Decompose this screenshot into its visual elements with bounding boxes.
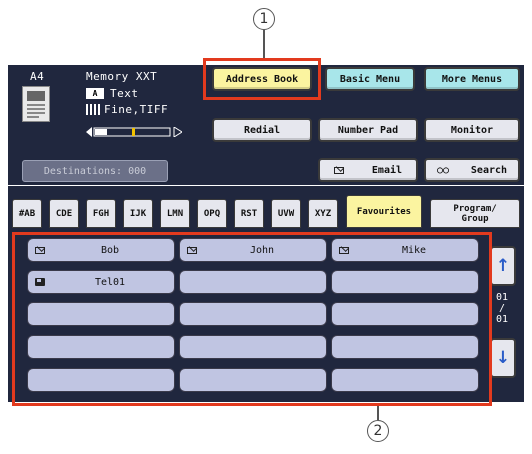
callout-1: 1	[253, 8, 275, 30]
number-pad-button[interactable]: Number Pad	[318, 118, 418, 142]
email-button-label: Email	[371, 164, 403, 176]
paper-size: A4	[30, 70, 45, 83]
text-mode-icon: A	[86, 88, 104, 99]
resolution-label: Fine,TIFF	[104, 103, 169, 116]
callout-1-line	[263, 30, 265, 58]
email-icon	[333, 166, 344, 174]
search-button[interactable]: ○○ Search	[424, 158, 520, 182]
tab-favourites[interactable]: Favourites	[346, 195, 422, 228]
memory-status: Memory XXT	[86, 70, 158, 83]
tab-rst[interactable]: RST	[234, 199, 264, 228]
email-button[interactable]: Email	[318, 158, 418, 182]
arrow-up-icon: ↑	[495, 256, 511, 276]
tab-program-group[interactable]: Program/ Group	[430, 199, 520, 228]
callout-2-line	[377, 406, 379, 420]
more-menus-button[interactable]: More Menus	[424, 67, 520, 91]
monitor-button[interactable]: Monitor	[424, 118, 520, 142]
callout-2: 2	[367, 420, 389, 442]
text-mode-label: Text	[110, 87, 139, 100]
contrast-slider[interactable]	[86, 122, 183, 138]
tab-uvw[interactable]: UVW	[271, 199, 301, 228]
tab-fgh[interactable]: FGH	[86, 199, 116, 228]
tab-ab[interactable]: #AB	[12, 199, 42, 228]
basic-menu-button[interactable]: Basic Menu	[325, 67, 415, 91]
redial-button[interactable]: Redial	[212, 118, 312, 142]
resolution-icon	[86, 104, 100, 115]
search-icon: ○○	[436, 164, 449, 176]
tab-ijk[interactable]: IJK	[123, 199, 153, 228]
arrow-down-icon: ↓	[495, 348, 511, 368]
highlight-frame-2	[12, 232, 492, 406]
destinations-button[interactable]: Destinations: 000	[22, 160, 168, 182]
tab-cde[interactable]: CDE	[49, 199, 79, 228]
tab-lmn[interactable]: LMN	[160, 199, 190, 228]
tab-xyz[interactable]: XYZ	[308, 199, 338, 228]
scroll-up-button[interactable]: ↑	[490, 246, 516, 286]
scroll-down-button[interactable]: ↓	[490, 338, 516, 378]
tab-opq[interactable]: OPQ	[197, 199, 227, 228]
search-button-label: Search	[470, 164, 508, 176]
document-icon	[22, 86, 50, 122]
address-book-button[interactable]: Address Book	[212, 67, 312, 91]
